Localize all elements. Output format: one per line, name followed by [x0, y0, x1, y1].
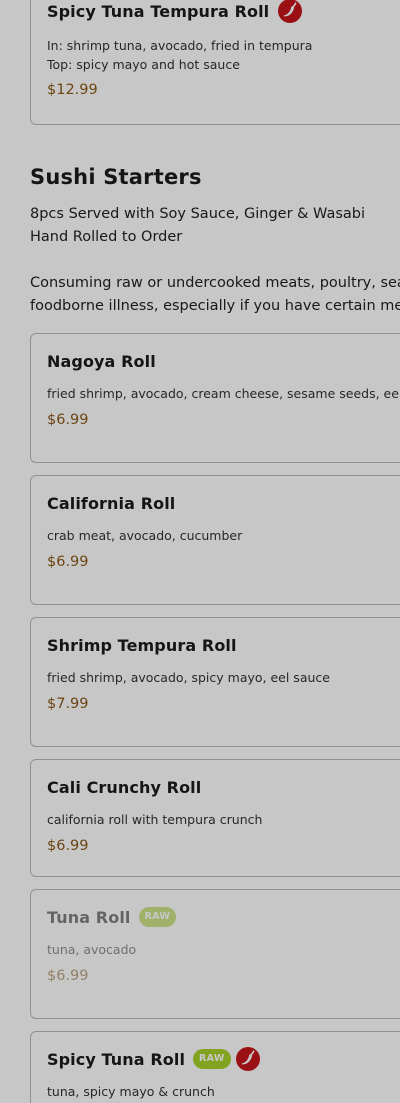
menu-page: Spicy Tuna Tempura Roll In: shrimp tuna,…	[0, 0, 400, 1103]
modal-backdrop-overlay[interactable]	[0, 0, 400, 1103]
